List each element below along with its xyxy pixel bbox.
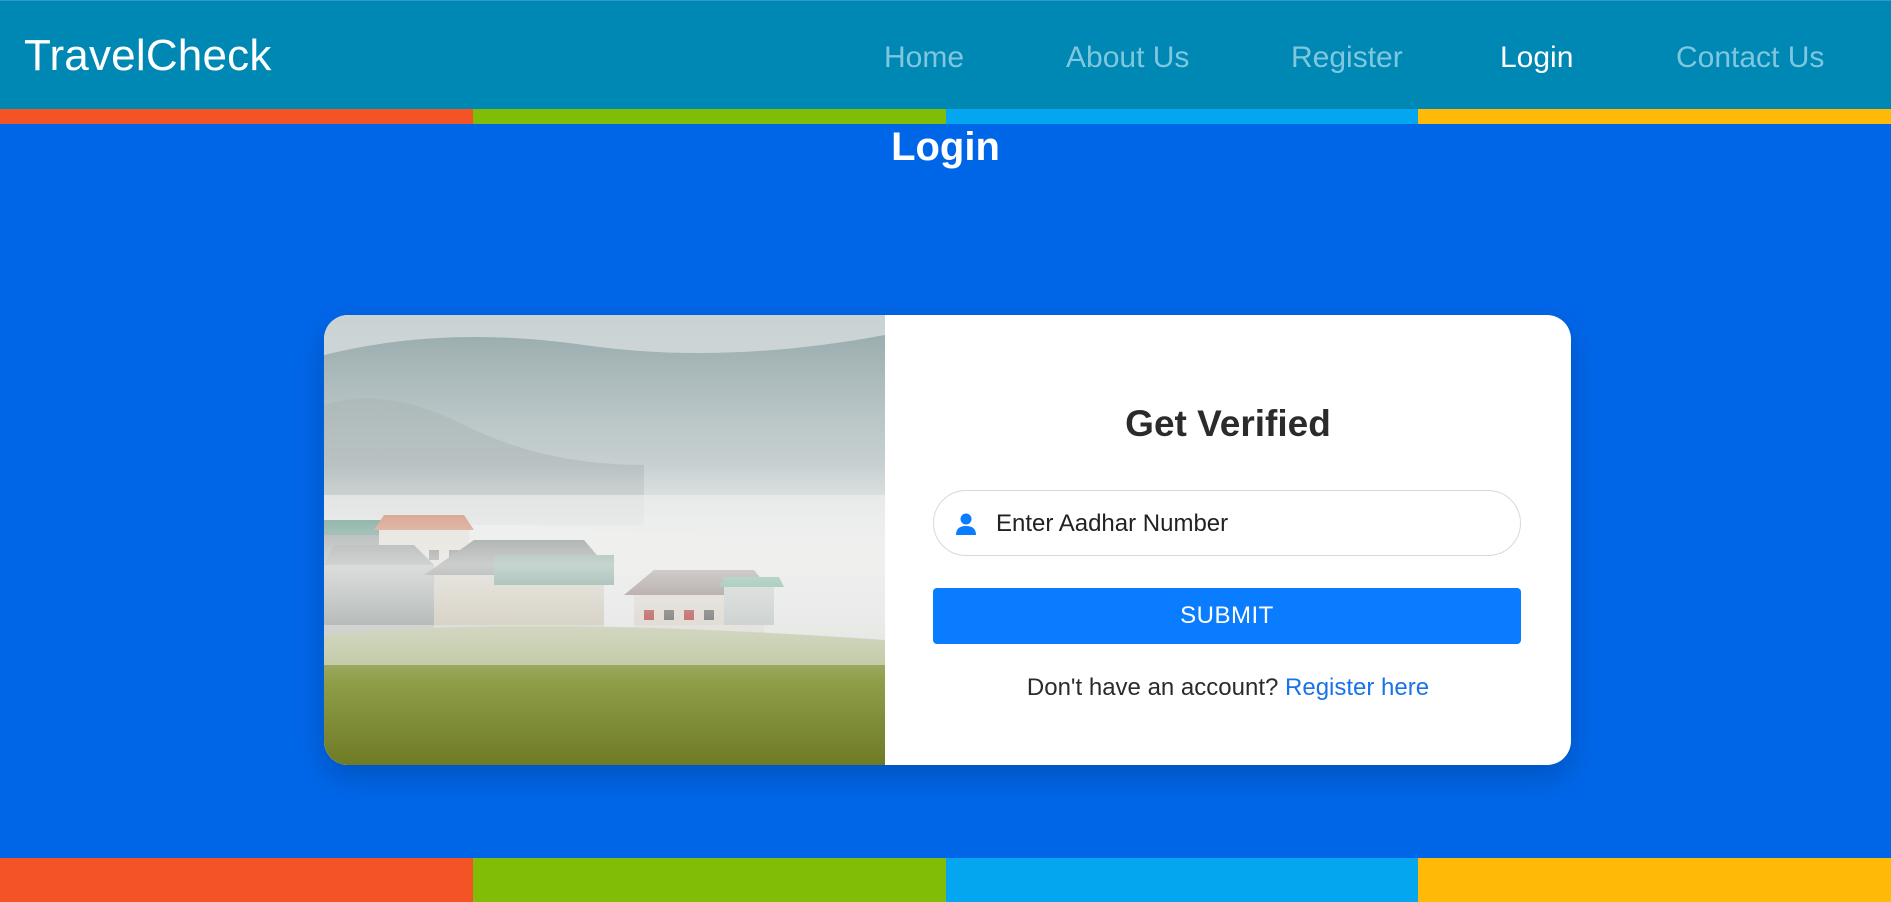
- page-title: Login: [891, 125, 1000, 169]
- nav-contact-us[interactable]: Contact Us: [1676, 41, 1824, 75]
- nav-home[interactable]: Home: [884, 41, 964, 75]
- color-stripe-bottom: [0, 858, 1891, 902]
- user-icon: [956, 513, 976, 535]
- register-prompt-line: Don't have an account? Register here: [885, 674, 1571, 702]
- login-card: Get Verified SUBMIT Don't have an accoun…: [324, 315, 1571, 765]
- register-prompt-text: Don't have an account?: [1026, 674, 1279, 701]
- color-stripe-top: [0, 109, 1891, 124]
- submit-button[interactable]: SUBMIT: [933, 588, 1521, 644]
- register-here-link[interactable]: Register here: [1285, 674, 1429, 701]
- form-heading: Get Verified: [1125, 403, 1331, 444]
- misty-village-photo: [324, 315, 885, 765]
- navbar: TravelCheck Home About Us Register Login…: [0, 0, 1891, 109]
- login-form: Get Verified SUBMIT Don't have an accoun…: [885, 315, 1571, 765]
- nav-register[interactable]: Register: [1291, 41, 1403, 75]
- aadhar-input-group: [933, 490, 1521, 557]
- brand-logo[interactable]: TravelCheck: [24, 31, 272, 81]
- nav-about-us[interactable]: About Us: [1066, 41, 1189, 75]
- nav-login[interactable]: Login: [1500, 41, 1573, 75]
- aadhar-number-input[interactable]: [994, 491, 1498, 557]
